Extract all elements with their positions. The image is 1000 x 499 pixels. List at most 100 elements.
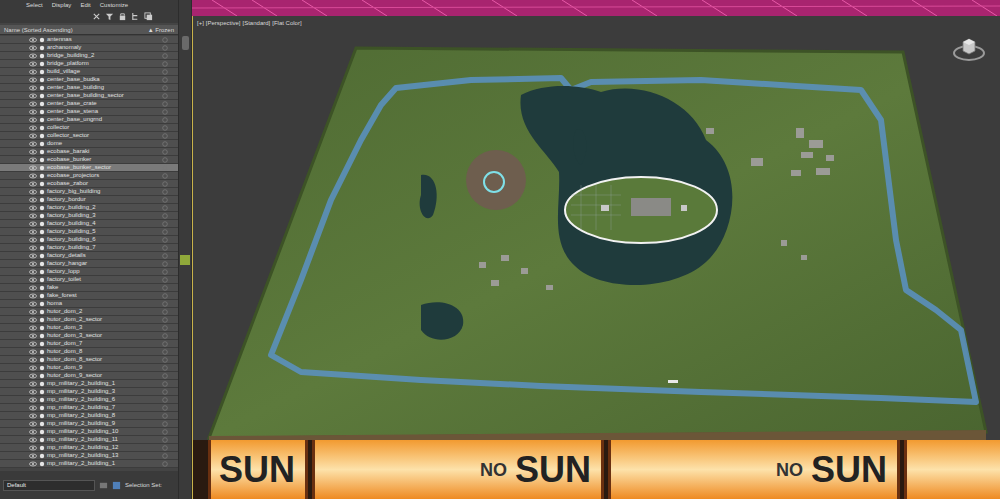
lock-icon[interactable]	[118, 12, 127, 21]
eye-icon[interactable]	[29, 429, 37, 435]
eye-icon[interactable]	[29, 37, 37, 43]
eye-icon[interactable]	[29, 373, 37, 379]
eye-icon[interactable]	[29, 437, 37, 443]
object-row[interactable]: fake	[0, 284, 178, 292]
viewport-menu[interactable]: [Flat Color]	[272, 19, 301, 27]
eye-icon[interactable]	[29, 269, 37, 275]
object-row[interactable]: factory_big_building	[0, 188, 178, 196]
object-row[interactable]: factory_details	[0, 252, 178, 260]
freeze-icon[interactable]	[162, 221, 168, 227]
eye-icon[interactable]	[29, 125, 37, 131]
object-row[interactable]: collector	[0, 124, 178, 132]
eye-icon[interactable]	[29, 453, 37, 459]
object-row[interactable]: bridge_platform	[0, 60, 178, 68]
object-row[interactable]: factory_bordur	[0, 196, 178, 204]
viewcube-icon[interactable]	[952, 34, 986, 64]
name-column[interactable]: Name (Sorted Ascending)	[4, 26, 73, 34]
freeze-icon[interactable]	[162, 53, 168, 59]
terrain-map[interactable]	[193, 30, 1000, 440]
freeze-icon[interactable]	[162, 437, 168, 443]
layers-icon[interactable]	[144, 12, 153, 21]
freeze-icon[interactable]	[162, 429, 168, 435]
object-row[interactable]: center_base_building_sector	[0, 92, 178, 100]
freeze-icon[interactable]	[162, 205, 168, 211]
eye-icon[interactable]	[29, 117, 37, 123]
freeze-icon[interactable]	[162, 413, 168, 419]
object-row[interactable]: ecobase_bunker	[0, 156, 178, 164]
freeze-icon[interactable]	[162, 165, 168, 171]
freeze-icon[interactable]	[162, 349, 168, 355]
freeze-icon[interactable]	[162, 397, 168, 403]
eye-icon[interactable]	[29, 325, 37, 331]
menu-item[interactable]: Edit	[80, 1, 90, 9]
eye-icon[interactable]	[29, 157, 37, 163]
freeze-icon[interactable]	[162, 453, 168, 459]
object-row[interactable]: center_base_building	[0, 84, 178, 92]
object-row[interactable]: factory_building_4	[0, 220, 178, 228]
freeze-icon[interactable]	[162, 365, 168, 371]
freeze-icon[interactable]	[162, 109, 168, 115]
freeze-icon[interactable]	[162, 133, 168, 139]
layer-dropdown[interactable]: Default	[3, 480, 95, 491]
eye-icon[interactable]	[29, 277, 37, 283]
menu-item[interactable]: Customize	[100, 1, 128, 9]
eye-icon[interactable]	[29, 85, 37, 91]
freeze-icon[interactable]	[162, 301, 168, 307]
object-row[interactable]: factory_hangar	[0, 260, 178, 268]
viewport-menu[interactable]: [Standard]	[243, 19, 271, 27]
viewport-menu[interactable]: [+]	[197, 19, 204, 27]
freeze-icon[interactable]	[162, 213, 168, 219]
freeze-icon[interactable]	[162, 117, 168, 123]
freeze-icon[interactable]	[162, 341, 168, 347]
eye-icon[interactable]	[29, 133, 37, 139]
freeze-icon[interactable]	[162, 173, 168, 179]
scrollbar-thumb[interactable]	[182, 36, 189, 50]
eye-icon[interactable]	[29, 405, 37, 411]
object-row[interactable]: ecobase_zabor	[0, 180, 178, 188]
eye-icon[interactable]	[29, 317, 37, 323]
freeze-icon[interactable]	[162, 309, 168, 315]
eye-icon[interactable]	[29, 229, 37, 235]
object-row[interactable]: mp_military_2_building_7	[0, 404, 178, 412]
object-row[interactable]: center_base_stena	[0, 108, 178, 116]
freeze-icon[interactable]	[162, 85, 168, 91]
object-row[interactable]: factory_building_6	[0, 236, 178, 244]
freeze-icon[interactable]	[162, 293, 168, 299]
frozen-column[interactable]: ▲ Frozen	[148, 26, 174, 34]
eye-icon[interactable]	[29, 461, 37, 467]
eye-icon[interactable]	[29, 93, 37, 99]
eye-icon[interactable]	[29, 349, 37, 355]
freeze-icon[interactable]	[162, 229, 168, 235]
freeze-icon[interactable]	[162, 157, 168, 163]
eye-icon[interactable]	[29, 101, 37, 107]
eye-icon[interactable]	[29, 421, 37, 427]
object-row[interactable]: mp_military_2_building_9	[0, 420, 178, 428]
freeze-icon[interactable]	[162, 461, 168, 467]
object-row[interactable]: mp_military_2_building_8	[0, 412, 178, 420]
eye-icon[interactable]	[29, 173, 37, 179]
freeze-icon[interactable]	[162, 101, 168, 107]
eye-icon[interactable]	[29, 109, 37, 115]
eye-icon[interactable]	[29, 301, 37, 307]
freeze-icon[interactable]	[162, 445, 168, 451]
eye-icon[interactable]	[29, 445, 37, 451]
freeze-icon[interactable]	[162, 181, 168, 187]
freeze-icon[interactable]	[162, 245, 168, 251]
object-row[interactable]: center_base_crate	[0, 100, 178, 108]
eye-icon[interactable]	[29, 61, 37, 67]
eye-icon[interactable]	[29, 333, 37, 339]
object-row[interactable]: mp_military_2_building_1	[0, 380, 178, 388]
object-row[interactable]: factory_building_7	[0, 244, 178, 252]
eye-icon[interactable]	[29, 309, 37, 315]
object-row[interactable]: homa	[0, 300, 178, 308]
eye-icon[interactable]	[29, 213, 37, 219]
eye-icon[interactable]	[29, 45, 37, 51]
object-row[interactable]: hutor_dom_8_sector	[0, 356, 178, 364]
eye-icon[interactable]	[29, 341, 37, 347]
object-row[interactable]: mp_military_2_building_12	[0, 444, 178, 452]
eye-icon[interactable]	[29, 141, 37, 147]
freeze-icon[interactable]	[162, 45, 168, 51]
freeze-icon[interactable]	[162, 141, 168, 147]
eye-icon[interactable]	[29, 253, 37, 259]
eye-icon[interactable]	[29, 149, 37, 155]
